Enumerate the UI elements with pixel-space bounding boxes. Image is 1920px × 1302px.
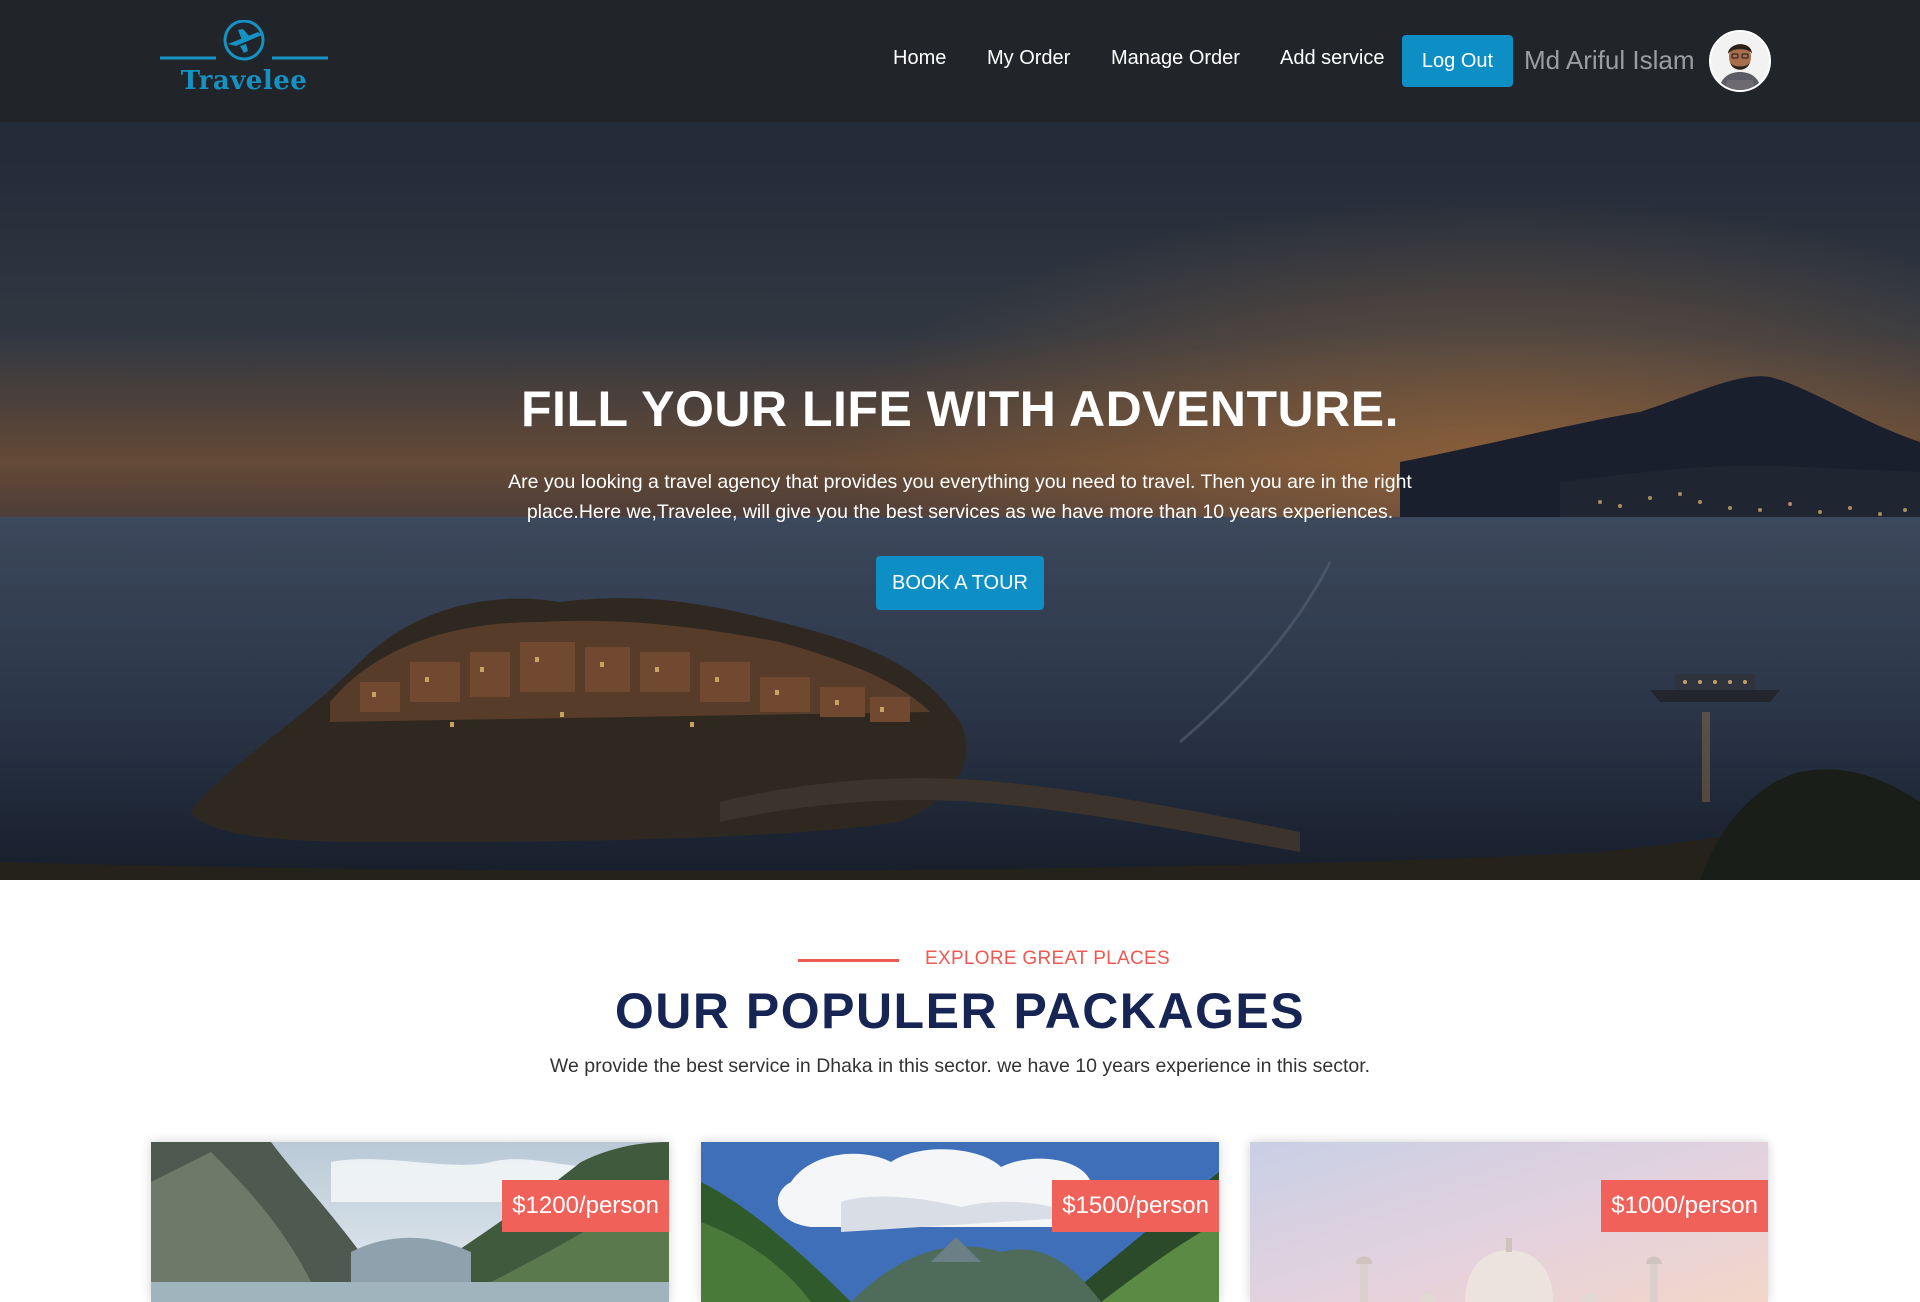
price-badge: $1500/person bbox=[1052, 1180, 1219, 1232]
user-name: Md Ariful Islam bbox=[1524, 45, 1695, 75]
nav-manage-order-link[interactable]: Manage Order bbox=[1111, 47, 1240, 70]
section-title: OUR POPULER PACKAGES bbox=[614, 983, 1306, 1039]
section-tag-divider bbox=[798, 959, 899, 962]
section-tag: EXPLORE GREAT PLACES bbox=[925, 948, 1170, 969]
hero-title: FILL YOUR LIFE WITH ADVENTURE. bbox=[521, 381, 1399, 437]
package-card[interactable]: $1000/person bbox=[1250, 1142, 1768, 1302]
user-photo-icon bbox=[1711, 32, 1769, 90]
package-card[interactable]: $1500/person bbox=[701, 1142, 1219, 1302]
price-badge: $1200/person bbox=[502, 1180, 669, 1232]
price-badge: $1000/person bbox=[1601, 1180, 1768, 1232]
user-avatar[interactable] bbox=[1709, 30, 1771, 92]
nav-add-service-link[interactable]: Add service bbox=[1280, 47, 1385, 70]
nav-my-order-link[interactable]: My Order bbox=[987, 47, 1070, 70]
package-card[interactable]: $1200/person bbox=[151, 1142, 669, 1302]
brand-logo[interactable]: Travelee bbox=[158, 20, 330, 100]
nav-home-link[interactable]: Home bbox=[893, 47, 946, 70]
book-a-tour-button[interactable]: BOOK A TOUR bbox=[876, 556, 1044, 610]
logout-button[interactable]: Log Out bbox=[1402, 35, 1513, 87]
section-subtitle: We provide the best service in Dhaka in … bbox=[549, 1055, 1371, 1077]
navbar: Travelee Home My Order Manage Order Add … bbox=[0, 0, 1920, 122]
plane-globe-icon bbox=[160, 20, 328, 61]
brand-name: Travelee bbox=[180, 66, 308, 96]
hero-banner: FILL YOUR LIFE WITH ADVENTURE. Are you l… bbox=[0, 122, 1920, 880]
hero-description: Are you looking a travel agency that pro… bbox=[508, 471, 1412, 523]
